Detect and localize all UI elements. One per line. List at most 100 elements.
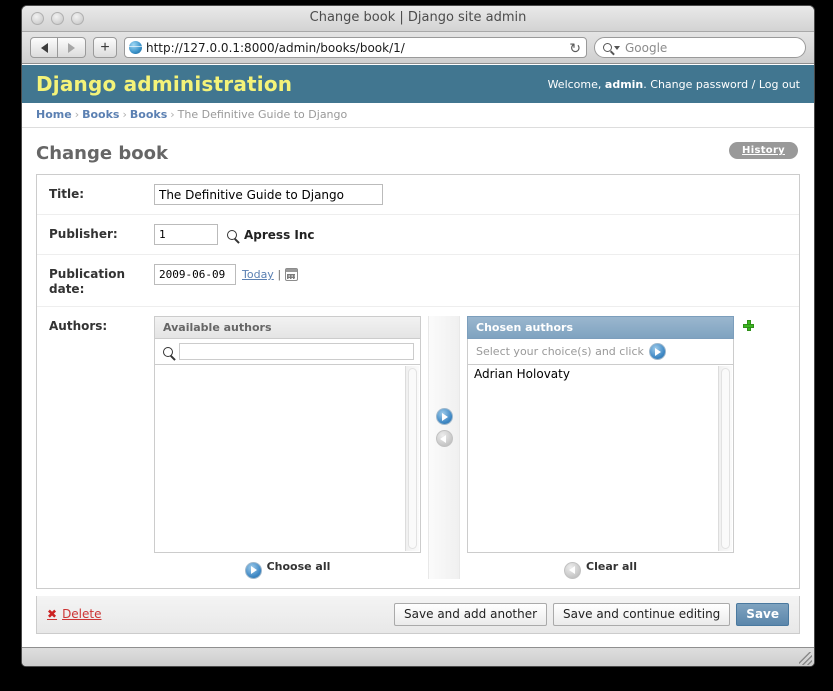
field-publication-date: Today | xyxy=(154,264,787,285)
label-publication-date: Publication date: xyxy=(49,267,126,296)
breadcrumb: Home › Books › Books › The Definitive Guide to… xyxy=(22,103,814,128)
date-separator: | xyxy=(277,268,281,281)
nav-buttons xyxy=(30,37,86,58)
today-link[interactable]: Today xyxy=(242,268,274,281)
choose-all-row: Choose all xyxy=(154,553,421,579)
available-title: Available authors xyxy=(154,316,421,339)
form-row-title: Title: xyxy=(37,175,799,215)
globe-icon xyxy=(129,41,142,54)
breadcrumb-separator: › xyxy=(122,108,127,121)
delete-label: Delete xyxy=(62,607,102,621)
breadcrumb-item-current: The Definitive Guide to Django xyxy=(177,108,348,121)
chosen-scroll-thumb[interactable] xyxy=(721,368,730,549)
history-button[interactable]: History xyxy=(729,142,798,159)
publisher-input[interactable] xyxy=(154,224,218,245)
delete-x-icon: ✖ xyxy=(47,607,58,621)
logout-link[interactable]: Log out xyxy=(759,78,800,91)
clear-all-link[interactable]: Clear all xyxy=(586,560,637,573)
available-scrollbar[interactable] xyxy=(405,366,419,551)
breadcrumb-item-home[interactable]: Home xyxy=(36,108,72,121)
add-selected-button[interactable] xyxy=(435,408,453,425)
label-publisher: Publisher: xyxy=(49,227,118,241)
browser-toolbar: + http://127.0.0.1:8000/admin/books/book… xyxy=(22,32,814,64)
clear-all-row: Clear all xyxy=(467,553,734,579)
user-tools: Welcome, admin. Change password / Log ou… xyxy=(548,78,800,91)
chosen-pane: Chosen authors Select your choice(s) and… xyxy=(467,316,734,579)
welcome-text: Welcome, xyxy=(547,77,605,91)
reload-icon[interactable]: ↻ xyxy=(569,40,581,56)
breadcrumb-item-books-app[interactable]: Books xyxy=(82,108,119,121)
field-authors: Available authors Choose all Chosen auth… xyxy=(154,316,787,579)
address-bar-url: http://127.0.0.1:8000/admin/books/book/1… xyxy=(146,40,405,55)
search-icon xyxy=(603,43,612,52)
save-and-continue-button[interactable]: Save and continue editing xyxy=(553,602,731,626)
magnifier-icon[interactable] xyxy=(227,229,237,240)
page-title: Change book xyxy=(36,143,168,164)
forward-button[interactable] xyxy=(58,37,86,58)
browser-search-placeholder: Google xyxy=(625,40,668,55)
new-tab-button[interactable]: + xyxy=(93,37,117,58)
field-title xyxy=(154,184,787,205)
back-arrow-icon xyxy=(40,42,48,53)
title-input[interactable] xyxy=(154,184,383,205)
save-button[interactable]: Save xyxy=(736,602,789,626)
resize-grip[interactable] xyxy=(799,652,812,665)
object-tools: History xyxy=(729,140,798,159)
chosen-hint: Select your choice(s) and click xyxy=(467,339,734,365)
label-authors: Authors: xyxy=(49,319,108,333)
available-listbox[interactable] xyxy=(154,365,421,553)
site-branding: Django administration xyxy=(36,72,293,96)
arrow-left-icon[interactable] xyxy=(564,561,582,579)
chosen-hint-text: Select your choice(s) and click xyxy=(476,345,644,358)
submit-buttons: Save and add another Save and continue e… xyxy=(394,602,789,626)
save-and-add-another-button[interactable]: Save and add another xyxy=(394,602,548,626)
browser-window: Change book | Django site admin + http:/… xyxy=(21,5,815,667)
window-title: Change book | Django site admin xyxy=(309,10,527,25)
breadcrumb-separator: › xyxy=(74,108,80,121)
welcome-suffix: . xyxy=(643,77,647,91)
change-form-module: Title: Publisher: Apress Inc xyxy=(36,174,800,589)
calendar-icon[interactable] xyxy=(284,268,298,281)
selector-chooser xyxy=(428,316,460,579)
forward-arrow-icon xyxy=(68,42,75,53)
add-another-author[interactable] xyxy=(743,316,754,336)
address-bar[interactable]: http://127.0.0.1:8000/admin/books/book/1… xyxy=(124,37,587,58)
form-row-publisher: Publisher: Apress Inc xyxy=(37,215,799,255)
browser-status-bar xyxy=(22,647,814,666)
available-filter xyxy=(154,339,421,365)
arrow-right-icon xyxy=(648,343,666,360)
screen: Change book | Django site admin + http:/… xyxy=(0,0,833,691)
browser-search-field[interactable]: Google xyxy=(594,37,806,58)
publication-date-input[interactable] xyxy=(154,264,236,285)
change-password-link[interactable]: Change password xyxy=(650,78,748,91)
main-content: History Change book Title: Publisher: xyxy=(22,128,814,634)
filter-selector: Available authors Choose all Chosen auth… xyxy=(154,316,754,579)
publisher-related-label: Apress Inc xyxy=(244,227,315,242)
plus-green-icon[interactable] xyxy=(743,320,754,331)
search-icon xyxy=(163,346,173,357)
delete-link[interactable]: ✖ Delete xyxy=(47,607,102,621)
available-filter-input[interactable] xyxy=(179,343,414,360)
username: admin xyxy=(604,77,644,91)
breadcrumb-item-books-model[interactable]: Books xyxy=(130,108,167,121)
breadcrumb-separator: › xyxy=(170,108,175,121)
list-item[interactable]: Adrian Holovaty xyxy=(468,365,733,383)
window-title-bar: Change book | Django site admin xyxy=(22,6,814,32)
submit-row: ✖ Delete Save and add another Save and c… xyxy=(36,595,800,634)
usertools-separator: / xyxy=(751,77,756,91)
back-button[interactable] xyxy=(30,37,58,58)
site-header: Django administration Welcome, admin. Ch… xyxy=(22,65,814,103)
page-viewport: Django administration Welcome, admin. Ch… xyxy=(22,65,814,648)
chosen-listbox[interactable]: Adrian Holovaty xyxy=(467,365,734,553)
chevron-down-icon xyxy=(614,45,620,50)
choose-all-link[interactable]: Choose all xyxy=(267,560,331,573)
remove-selected-button[interactable] xyxy=(435,430,453,447)
form-row-publication-date: Publication date: Today | xyxy=(37,255,799,307)
arrow-right-icon[interactable] xyxy=(244,561,262,579)
form-row-authors: Authors: Available authors Choose all Ch… xyxy=(37,307,799,588)
chosen-title: Chosen authors xyxy=(467,316,734,339)
chosen-scrollbar[interactable] xyxy=(718,366,732,551)
available-scroll-thumb[interactable] xyxy=(408,368,417,549)
available-pane: Available authors Choose all xyxy=(154,316,421,579)
label-title: Title: xyxy=(49,187,85,201)
